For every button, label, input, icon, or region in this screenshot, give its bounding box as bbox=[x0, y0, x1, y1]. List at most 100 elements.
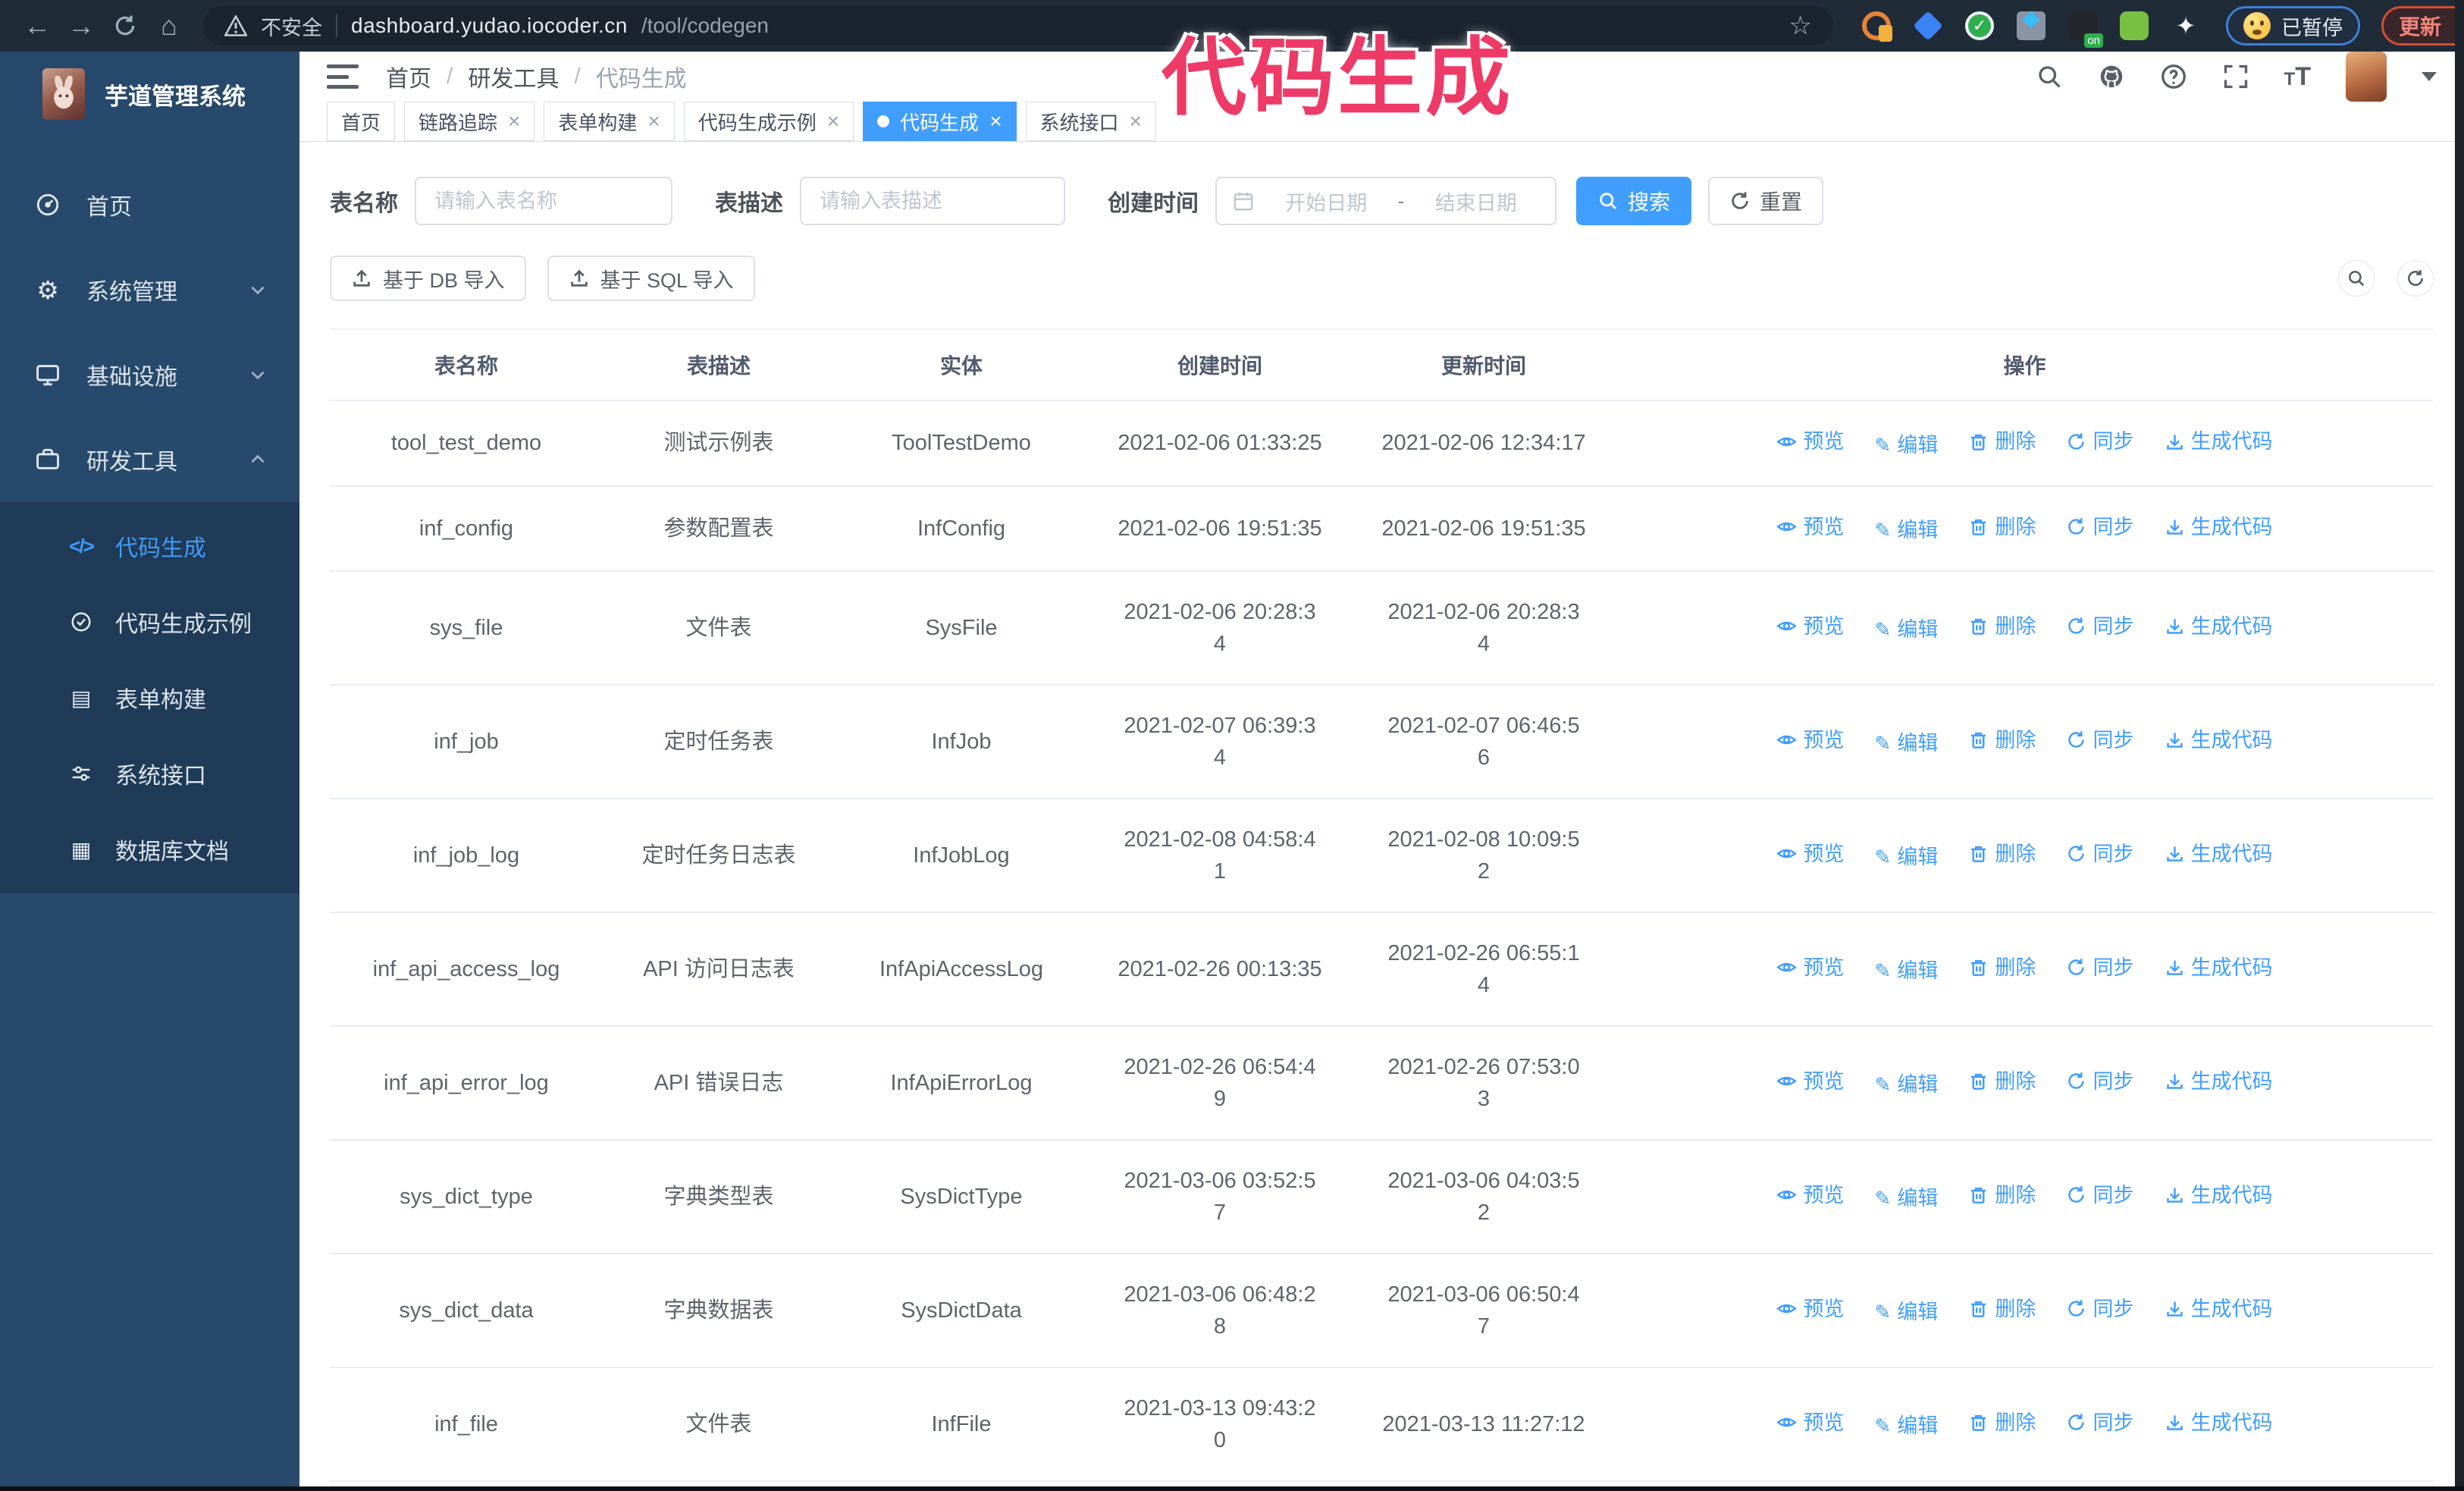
generate-code-link[interactable]: 生成代码 bbox=[2165, 425, 2273, 457]
date-range-picker[interactable]: 开始日期 - 结束日期 bbox=[1215, 177, 1556, 225]
delete-link[interactable]: 删除 bbox=[1968, 611, 2036, 642]
import-db-button[interactable]: 基于 DB 导入 bbox=[330, 256, 526, 301]
breadcrumb-home[interactable]: 首页 bbox=[386, 60, 431, 93]
generate-code-link[interactable]: 生成代码 bbox=[2165, 1066, 2273, 1097]
edit-link[interactable]: ✎ 编辑 bbox=[1875, 1069, 1939, 1100]
sidebar-item-form-builder[interactable]: ▤ 表单构建 bbox=[0, 660, 299, 736]
extension-icon-green[interactable] bbox=[2120, 11, 2149, 40]
sidebar-item-home[interactable]: 首页 bbox=[0, 162, 299, 247]
browser-forward-icon[interactable]: → bbox=[59, 5, 103, 47]
sidebar-item-database-docs[interactable]: ▦ 数据库文档 bbox=[0, 811, 299, 887]
sidebar-item-codegen-example[interactable]: 代码生成示例 bbox=[0, 584, 299, 660]
sidebar-item-infrastructure[interactable]: 基础设施 bbox=[0, 332, 299, 417]
tab-trace[interactable]: 链路追踪 bbox=[404, 102, 535, 141]
sync-link[interactable]: 同步 bbox=[2066, 838, 2133, 870]
preview-link[interactable]: 预览 bbox=[1776, 511, 1844, 543]
help-icon[interactable] bbox=[2160, 63, 2187, 90]
delete-link[interactable]: 删除 bbox=[1968, 1179, 2036, 1211]
preview-link[interactable]: 预览 bbox=[1776, 1407, 1844, 1439]
sync-link[interactable]: 同步 bbox=[2066, 1293, 2133, 1325]
sync-link[interactable]: 同步 bbox=[2066, 511, 2133, 543]
tab-close-icon[interactable] bbox=[1130, 111, 1142, 132]
search-button[interactable]: 搜索 bbox=[1576, 177, 1692, 225]
generate-code-link[interactable]: 生成代码 bbox=[2165, 511, 2273, 543]
generate-code-link[interactable]: 生成代码 bbox=[2165, 1407, 2273, 1439]
generate-code-link[interactable]: 生成代码 bbox=[2165, 838, 2273, 870]
browser-back-icon[interactable]: ← bbox=[15, 5, 59, 47]
preview-link[interactable]: 预览 bbox=[1776, 1293, 1844, 1325]
delete-link[interactable]: 删除 bbox=[1968, 1293, 2036, 1325]
sidebar-item-dev-tools[interactable]: 研发工具 bbox=[0, 417, 299, 502]
tab-codegen-example[interactable]: 代码生成示例 bbox=[683, 102, 854, 141]
search-icon[interactable] bbox=[2036, 63, 2063, 90]
address-bar[interactable]: 不安全 dashboard.yudao.iocoder.cn/tool/code… bbox=[203, 6, 1833, 46]
preview-link[interactable]: 预览 bbox=[1776, 838, 1844, 870]
tab-code-generation[interactable]: 代码生成 bbox=[863, 102, 1017, 141]
tab-close-icon[interactable] bbox=[989, 111, 1002, 132]
fullscreen-icon[interactable] bbox=[2222, 63, 2249, 90]
preview-link[interactable]: 预览 bbox=[1776, 1066, 1844, 1097]
edit-link[interactable]: ✎ 编辑 bbox=[1875, 514, 1939, 546]
delete-link[interactable]: 删除 bbox=[1968, 952, 2036, 984]
delete-link[interactable]: 删除 bbox=[1968, 1407, 2036, 1439]
generate-code-link[interactable]: 生成代码 bbox=[2165, 724, 2273, 756]
table-desc-input[interactable] bbox=[800, 177, 1065, 225]
edit-link[interactable]: ✎ 编辑 bbox=[1875, 727, 1939, 759]
edit-link[interactable]: ✎ 编辑 bbox=[1875, 1182, 1939, 1214]
preview-link[interactable]: 预览 bbox=[1776, 425, 1844, 457]
edit-link[interactable]: ✎ 编辑 bbox=[1875, 1410, 1939, 1442]
extension-icon-grid[interactable] bbox=[2017, 11, 2045, 40]
delete-link[interactable]: 删除 bbox=[1968, 838, 2036, 870]
edit-link[interactable]: ✎ 编辑 bbox=[1875, 841, 1939, 873]
refresh-table-button[interactable] bbox=[2397, 260, 2434, 297]
tab-system-api[interactable]: 系统接口 bbox=[1025, 102, 1156, 141]
generate-code-link[interactable]: 生成代码 bbox=[2165, 611, 2273, 642]
window-scrollbar[interactable] bbox=[2455, 0, 2464, 1491]
extension-icon-white-star[interactable]: ✦ bbox=[2171, 11, 2200, 40]
tab-close-icon[interactable] bbox=[827, 111, 839, 132]
sync-link[interactable]: 同步 bbox=[2066, 952, 2133, 984]
sidebar-logo-row[interactable]: 芋道管理系统 bbox=[0, 52, 299, 137]
preview-link[interactable]: 预览 bbox=[1776, 952, 1844, 984]
sync-link[interactable]: 同步 bbox=[2066, 1407, 2133, 1439]
delete-link[interactable]: 删除 bbox=[1968, 724, 2036, 756]
font-size-icon[interactable]: TT bbox=[2284, 62, 2311, 92]
reset-button[interactable]: 重置 bbox=[1708, 177, 1824, 225]
sync-link[interactable]: 同步 bbox=[2066, 611, 2133, 642]
generate-code-link[interactable]: 生成代码 bbox=[2165, 952, 2273, 984]
preview-link[interactable]: 预览 bbox=[1776, 611, 1844, 642]
sync-link[interactable]: 同步 bbox=[2066, 425, 2133, 457]
edit-link[interactable]: ✎ 编辑 bbox=[1875, 429, 1939, 461]
sync-link[interactable]: 同步 bbox=[2066, 1066, 2133, 1097]
extension-icon-blue-gem[interactable] bbox=[1913, 11, 1943, 41]
preview-link[interactable]: 预览 bbox=[1776, 1179, 1844, 1211]
tab-home[interactable]: 首页 bbox=[327, 102, 396, 141]
tab-close-icon[interactable] bbox=[508, 111, 520, 132]
edit-link[interactable]: ✎ 编辑 bbox=[1875, 614, 1939, 645]
delete-link[interactable]: 删除 bbox=[1968, 1066, 2036, 1097]
toggle-search-button[interactable] bbox=[2338, 260, 2375, 297]
extension-icon-orange-ring[interactable] bbox=[1862, 11, 1892, 42]
sidebar-item-system-api[interactable]: 系统接口 bbox=[0, 736, 299, 811]
browser-update-button[interactable]: 更新 bbox=[2381, 6, 2464, 46]
delete-link[interactable]: 删除 bbox=[1968, 511, 2036, 543]
browser-home-icon[interactable]: ⌂ bbox=[147, 5, 191, 47]
generate-code-link[interactable]: 生成代码 bbox=[2165, 1179, 2273, 1211]
sync-link[interactable]: 同步 bbox=[2066, 1179, 2133, 1211]
browser-reload-icon[interactable] bbox=[103, 5, 147, 47]
extension-icon-green-check[interactable] bbox=[1965, 11, 1994, 40]
extension-icon-on-switch[interactable] bbox=[2068, 11, 2103, 48]
user-avatar[interactable] bbox=[2346, 52, 2387, 102]
import-sql-button[interactable]: 基于 SQL 导入 bbox=[547, 256, 755, 301]
sync-link[interactable]: 同步 bbox=[2066, 724, 2133, 756]
tab-form-builder[interactable]: 表单构建 bbox=[544, 102, 675, 141]
profile-paused-badge[interactable]: 已暂停 bbox=[2226, 6, 2360, 46]
avatar-caret-down-icon[interactable] bbox=[2422, 72, 2437, 81]
github-icon[interactable] bbox=[2098, 63, 2125, 90]
table-name-input[interactable] bbox=[415, 177, 672, 225]
generate-code-link[interactable]: 生成代码 bbox=[2165, 1293, 2273, 1325]
edit-link[interactable]: ✎ 编辑 bbox=[1875, 1296, 1939, 1328]
sidebar-item-system-management[interactable]: ⚙ 系统管理 bbox=[0, 247, 299, 332]
breadcrumb-dev-tools[interactable]: 研发工具 bbox=[468, 60, 559, 93]
edit-link[interactable]: ✎ 编辑 bbox=[1875, 955, 1939, 987]
